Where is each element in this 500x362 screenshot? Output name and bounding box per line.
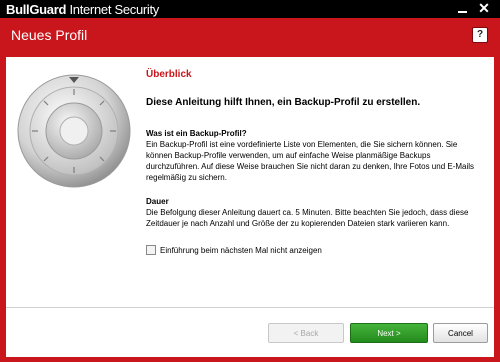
back-button[interactable]: < Back bbox=[268, 323, 344, 343]
duration-body: Die Befolgung dieser Anleitung dauert ca… bbox=[146, 208, 469, 228]
dont-show-again-label[interactable]: Einführung beim nächsten Mal nicht anzei… bbox=[160, 246, 322, 255]
footer-divider bbox=[6, 307, 494, 308]
dialog-title: Neues Profil bbox=[11, 27, 88, 43]
question-title: Was ist ein Backup-Profil? bbox=[146, 129, 247, 138]
dialog-content: Überblick Diese Anleitung hilft Ihnen, e… bbox=[6, 57, 494, 357]
minimize-icon[interactable] bbox=[458, 4, 468, 14]
safe-dial-icon bbox=[17, 74, 131, 188]
cancel-button[interactable]: Cancel bbox=[433, 323, 488, 343]
question-body: Ein Backup-Profil ist eine vordefinierte… bbox=[146, 140, 475, 182]
dont-show-again-row[interactable]: Einführung beim nächsten Mal nicht anzei… bbox=[146, 245, 322, 255]
close-icon[interactable]: ✕ bbox=[477, 1, 491, 15]
duration-title: Dauer bbox=[146, 197, 169, 206]
headline: Diese Anleitung hilft Ihnen, ein Backup-… bbox=[146, 97, 421, 108]
app-logo: BullGuard Internet Security bbox=[6, 2, 159, 17]
dont-show-again-checkbox[interactable] bbox=[146, 245, 156, 255]
dialog-frame: Neues Profil ? Überblick Diese Anleitung… bbox=[0, 18, 500, 362]
section-title: Überblick bbox=[146, 69, 192, 80]
next-button[interactable]: Next > bbox=[350, 323, 428, 343]
app-titlebar: BullGuard Internet Security ✕ bbox=[0, 0, 500, 18]
logo-brand-light: Internet Security bbox=[66, 2, 160, 17]
logo-brand-bold: BullGuard bbox=[6, 2, 67, 17]
help-icon[interactable]: ? bbox=[472, 27, 488, 43]
